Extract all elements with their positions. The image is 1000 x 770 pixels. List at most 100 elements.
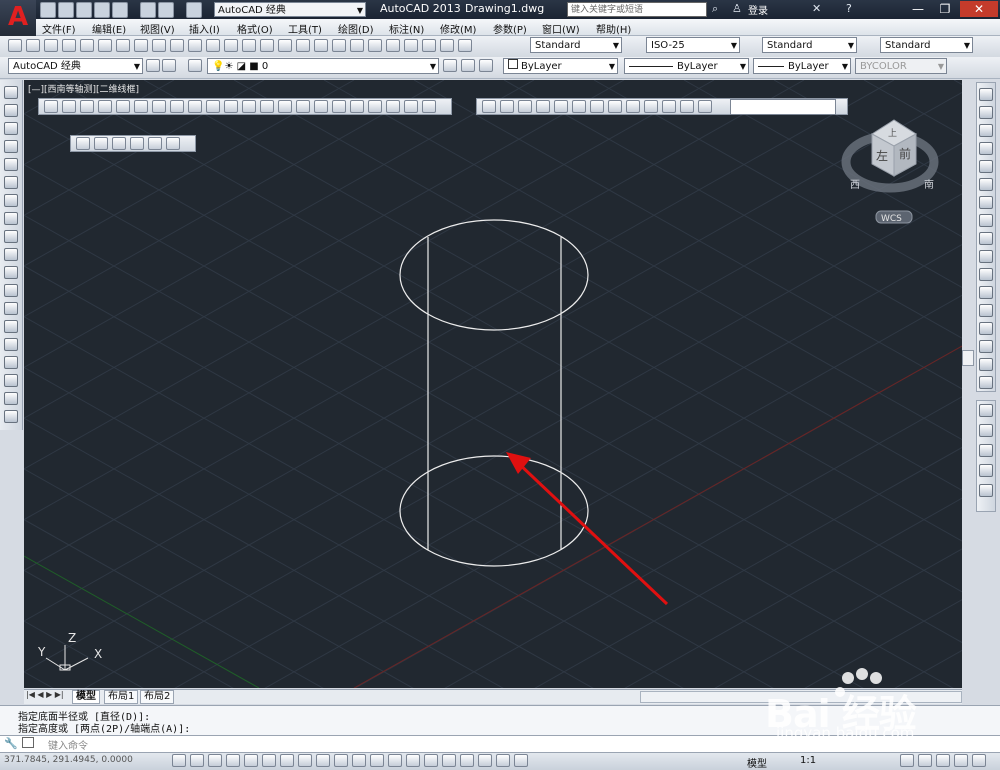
- tab-layout1[interactable]: 布局1: [104, 690, 139, 704]
- modeling-tool-icon[interactable]: [62, 100, 76, 113]
- standard-tool-icon[interactable]: [44, 39, 58, 52]
- workspace-selector[interactable]: AutoCAD 经典 ▼: [214, 2, 366, 17]
- tab-layout2[interactable]: 布局2: [140, 690, 175, 704]
- menu-window[interactable]: 窗口(W): [542, 21, 580, 36]
- modify-tool-icon[interactable]: [979, 178, 993, 191]
- modeling-tool-icon[interactable]: [242, 100, 256, 113]
- modeling-tool-icon[interactable]: [368, 100, 382, 113]
- menu-tools[interactable]: 工具(T): [288, 21, 322, 36]
- annotation-scale[interactable]: 1:1: [800, 755, 816, 766]
- modeling-tool-icon[interactable]: [224, 100, 238, 113]
- modeling-tool-icon[interactable]: [314, 100, 328, 113]
- view-combo[interactable]: [730, 99, 836, 115]
- plotstyle-combo[interactable]: BYCOLOR ▼: [855, 58, 947, 74]
- draw-tool-icon[interactable]: [4, 122, 18, 135]
- standard-tool-icon[interactable]: [80, 39, 94, 52]
- standard-tool-icon[interactable]: [206, 39, 220, 52]
- modify-tool-icon[interactable]: [979, 160, 993, 173]
- menu-parametric[interactable]: 参数(P): [493, 21, 527, 36]
- plot-icon[interactable]: [112, 2, 128, 18]
- solid-edit-tool-icon[interactable]: [680, 100, 694, 113]
- draw-tool-icon[interactable]: [4, 194, 18, 207]
- draw-tool-icon[interactable]: [4, 266, 18, 279]
- user-icon[interactable]: ♙: [732, 2, 742, 15]
- modeling-tool-icon[interactable]: [260, 100, 274, 113]
- modeling-tool-icon[interactable]: [206, 100, 220, 113]
- status-right-tool-icon[interactable]: [936, 754, 950, 767]
- standard-tool-icon[interactable]: [278, 39, 292, 52]
- modeling-tool-icon[interactable]: [98, 100, 112, 113]
- menu-modify[interactable]: 修改(M): [440, 21, 476, 36]
- modeling-tool-icon[interactable]: [422, 100, 436, 113]
- viewport-label[interactable]: [—][西南等轴测][二维线框]: [28, 82, 139, 95]
- open-icon[interactable]: [58, 2, 74, 18]
- close-icon[interactable]: ✕: [960, 1, 998, 17]
- solid-edit-tool-icon[interactable]: [482, 100, 496, 113]
- tab-model[interactable]: 模型: [72, 690, 100, 704]
- modeling-tool-icon[interactable]: [80, 100, 94, 113]
- draw-tool-icon[interactable]: [4, 392, 18, 405]
- visual-style-tool-icon[interactable]: [166, 137, 180, 150]
- command-prompt-icon[interactable]: [22, 737, 34, 748]
- standard-tool-icon[interactable]: [8, 39, 22, 52]
- menu-draw[interactable]: 绘图(D): [338, 21, 374, 36]
- exchange-icon[interactable]: ✕: [812, 2, 821, 15]
- status-tool-icon[interactable]: [352, 754, 366, 767]
- workspace-combo[interactable]: AutoCAD 经典 ▼: [8, 58, 143, 74]
- print-icon[interactable]: [140, 2, 156, 18]
- standard-tool-icon[interactable]: [188, 39, 202, 52]
- modeling-tool-icon[interactable]: [278, 100, 292, 113]
- standard-tool-icon[interactable]: [152, 39, 166, 52]
- status-right-tool-icon[interactable]: [918, 754, 932, 767]
- modeling-tool-icon[interactable]: [134, 100, 148, 113]
- help-icon[interactable]: ?: [846, 2, 852, 15]
- text-style-combo[interactable]: Standard ▼: [530, 37, 622, 53]
- binoculars-icon[interactable]: ⌕: [712, 2, 718, 16]
- status-tool-icon[interactable]: [334, 754, 348, 767]
- save-icon[interactable]: [76, 2, 92, 18]
- standard-tool-icon[interactable]: [440, 39, 454, 52]
- restore-icon[interactable]: ❐: [932, 1, 958, 17]
- status-right-tool-icon[interactable]: [900, 754, 914, 767]
- standard-tool-icon[interactable]: [332, 39, 346, 52]
- modeling-tool-icon[interactable]: [152, 100, 166, 113]
- draw-tool-icon[interactable]: [4, 86, 18, 99]
- solid-edit-tool-icon[interactable]: [698, 100, 712, 113]
- linetype-combo[interactable]: ByLayer ▼: [624, 58, 749, 74]
- modify-tool-icon[interactable]: [979, 340, 993, 353]
- draw-order-tool-icon[interactable]: [979, 444, 993, 457]
- standard-tool-icon[interactable]: [98, 39, 112, 52]
- modify-tool-icon[interactable]: [979, 88, 993, 101]
- draw-tool-icon[interactable]: [4, 338, 18, 351]
- layer-combo[interactable]: 💡☀ ◪ ■ 0 ▼: [207, 58, 439, 74]
- new-icon[interactable]: [40, 2, 56, 18]
- modify-tool-icon[interactable]: [979, 268, 993, 281]
- draw-tool-icon[interactable]: [4, 176, 18, 189]
- modify-tool-icon[interactable]: [979, 106, 993, 119]
- solid-edit-tool-icon[interactable]: [644, 100, 658, 113]
- visual-style-tool-icon[interactable]: [112, 137, 126, 150]
- modify-tool-icon[interactable]: [979, 286, 993, 299]
- make-current-icon[interactable]: [443, 59, 457, 72]
- standard-tool-icon[interactable]: [242, 39, 256, 52]
- modeling-tool-icon[interactable]: [386, 100, 400, 113]
- visual-style-tool-icon[interactable]: [94, 137, 108, 150]
- status-right-tool-icon[interactable]: [972, 754, 986, 767]
- standard-tool-icon[interactable]: [314, 39, 328, 52]
- standard-tool-icon[interactable]: [386, 39, 400, 52]
- multileader-style-combo[interactable]: Standard ▼: [880, 37, 973, 53]
- draw-tool-icon[interactable]: [4, 104, 18, 117]
- menu-edit[interactable]: 编辑(E): [92, 21, 126, 36]
- gear-icon[interactable]: [146, 59, 160, 72]
- modeling-tool-icon[interactable]: [350, 100, 364, 113]
- minimize-icon[interactable]: —: [905, 1, 931, 17]
- layer-previous-icon[interactable]: [461, 59, 475, 72]
- solid-edit-tool-icon[interactable]: [554, 100, 568, 113]
- status-tool-icon[interactable]: [460, 754, 474, 767]
- standard-tool-icon[interactable]: [26, 39, 40, 52]
- status-tool-icon[interactable]: [208, 754, 222, 767]
- modify-tool-icon[interactable]: [979, 196, 993, 209]
- status-tool-icon[interactable]: [316, 754, 330, 767]
- tab-navigation-icons[interactable]: |◀ ◀ ▶ ▶|: [26, 690, 64, 699]
- menu-dimension[interactable]: 标注(N): [389, 21, 424, 36]
